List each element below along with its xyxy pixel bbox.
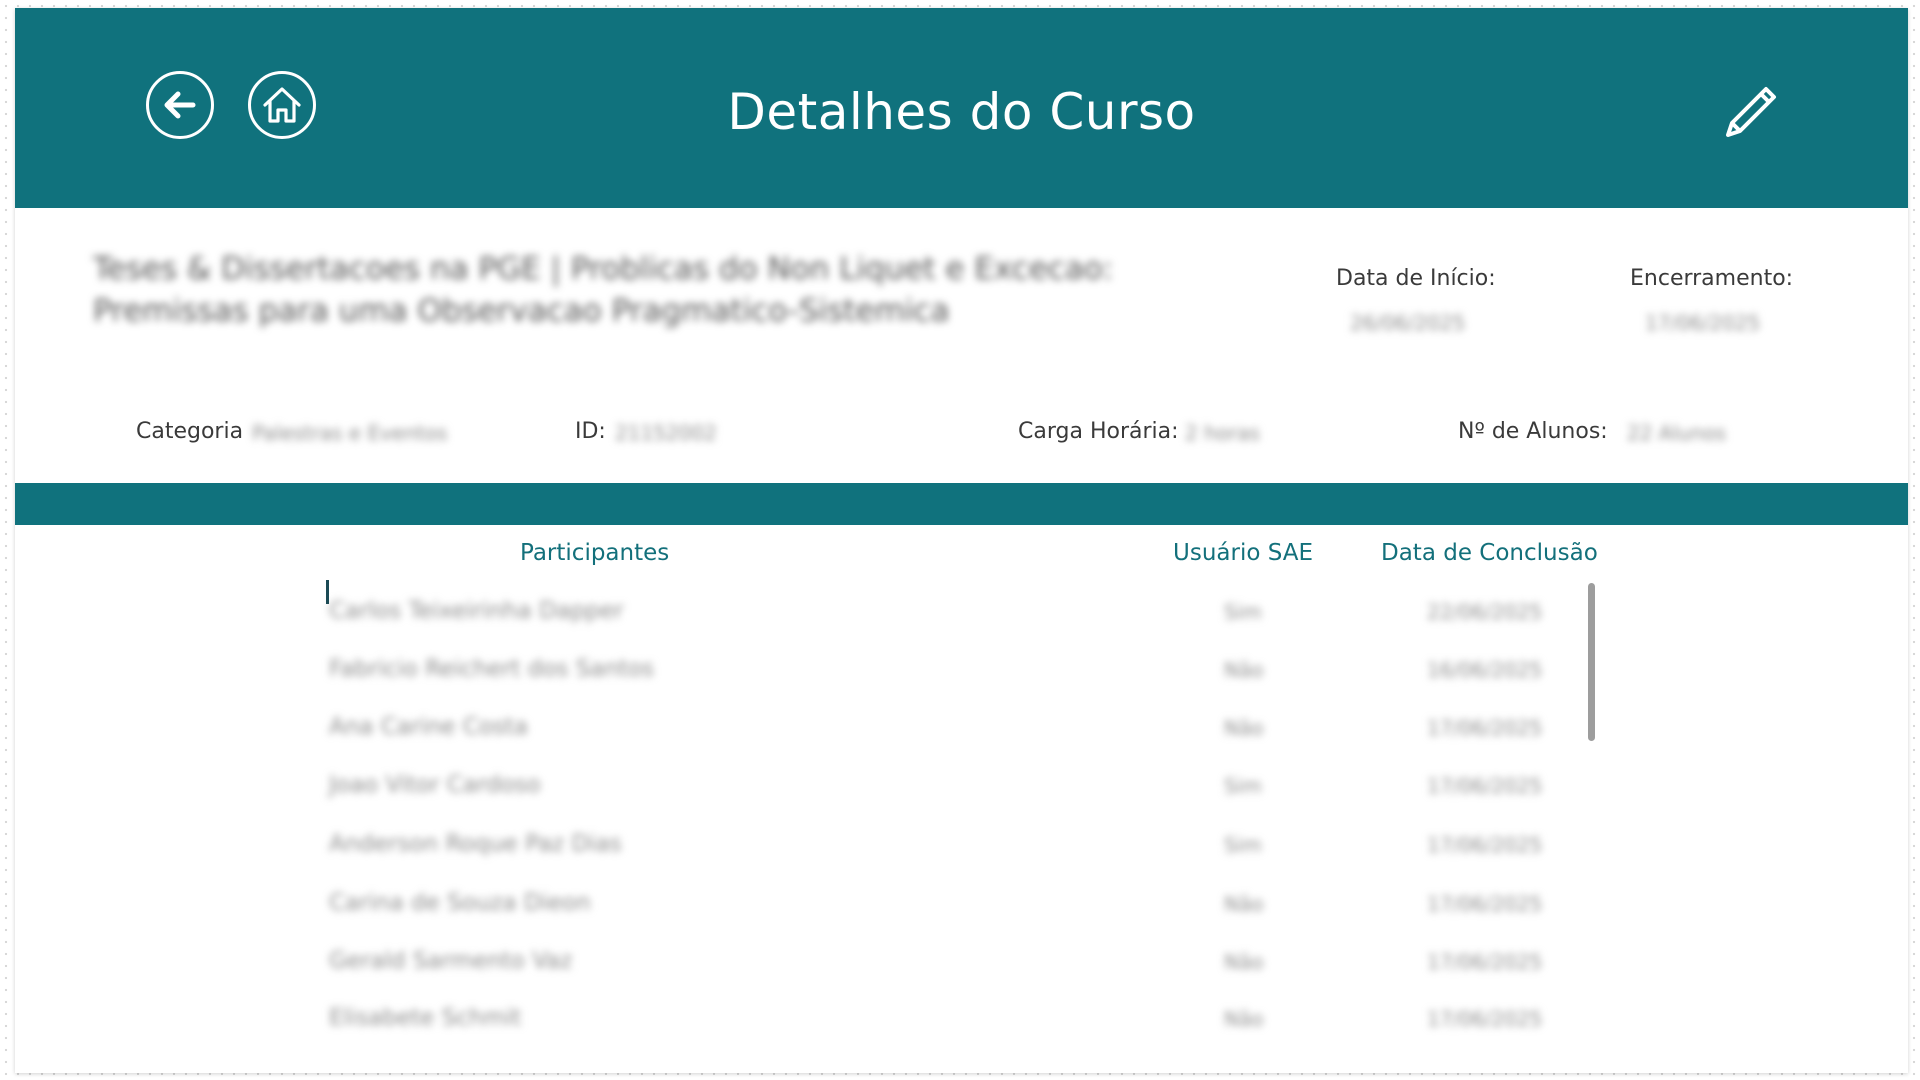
- completion-date-value: 16/06/2025: [1427, 658, 1543, 682]
- participant-name: Gerald Sarmento Vaz: [329, 948, 573, 974]
- students-value: 22 Alunos: [1627, 421, 1727, 445]
- end-date-label: Encerramento:: [1630, 266, 1794, 291]
- id-label: ID:: [575, 419, 606, 444]
- participant-name: Carina de Souza Dieon: [329, 890, 591, 916]
- sae-user-value: Não: [1224, 1007, 1264, 1031]
- participant-name: Joao Vitor Cardoso: [329, 772, 541, 798]
- category-label: Categoria: [136, 419, 244, 444]
- completion-date-value: 17/06/2025: [1427, 950, 1543, 974]
- start-date-value: 26/06/2025: [1350, 311, 1466, 335]
- participant-name: Elisabete Schmit: [329, 1005, 522, 1031]
- header-bar: Detalhes do Curso: [15, 8, 1908, 208]
- completion-date-value: 17/06/2025: [1427, 774, 1543, 798]
- pencil-icon: [1726, 87, 1776, 137]
- start-date-label: Data de Início:: [1336, 266, 1496, 291]
- sae-user-value: Não: [1224, 658, 1264, 682]
- sae-user-value: Sim: [1224, 833, 1262, 857]
- completion-date-value: 22/06/2025: [1427, 600, 1543, 624]
- section-divider-band: [15, 483, 1908, 525]
- hours-value: 2 horas: [1185, 421, 1260, 445]
- sae-user-value: Não: [1224, 716, 1264, 740]
- completion-date-value: 17/06/2025: [1427, 1007, 1543, 1031]
- end-date-value: 17/06/2025: [1645, 311, 1761, 335]
- text-cursor: [326, 580, 329, 604]
- completion-date-value: 17/06/2025: [1427, 833, 1543, 857]
- sae-user-header: Usuário SAE: [1173, 540, 1314, 566]
- participant-name: Anderson Roque Paz Dias: [329, 831, 622, 857]
- page-title: Detalhes do Curso: [727, 83, 1196, 141]
- students-label: Nº de Alunos:: [1458, 419, 1608, 444]
- participant-name: Fabricio Reichert dos Santos: [329, 656, 655, 682]
- completion-date-header: Data de Conclusão: [1381, 540, 1598, 566]
- sae-user-value: Não: [1224, 950, 1264, 974]
- participant-name: Ana Carine Costa: [329, 714, 528, 740]
- participant-name: Carlos Teixeirinha Dapper: [329, 598, 624, 624]
- category-value: Palestras e Eventos: [252, 421, 448, 445]
- id-value: 21152002: [615, 421, 717, 445]
- course-details-card: Detalhes do Curso Teses & Dissertacoes n…: [15, 8, 1908, 1073]
- participants-header: Participantes: [520, 540, 670, 566]
- page-background: Detalhes do Curso Teses & Dissertacoes n…: [0, 0, 1920, 1080]
- completion-date-value: 17/06/2025: [1427, 716, 1543, 740]
- sae-user-value: Não: [1224, 892, 1264, 916]
- completion-date-value: 17/06/2025: [1427, 892, 1543, 916]
- list-scrollbar[interactable]: [1588, 583, 1595, 741]
- sae-user-value: Sim: [1224, 774, 1262, 798]
- edit-button[interactable]: [1715, 78, 1785, 148]
- hours-label: Carga Horária:: [1018, 419, 1179, 444]
- sae-user-value: Sim: [1224, 600, 1262, 624]
- course-name: Teses & Dissertacoes na PGE | Problicas …: [93, 251, 1114, 329]
